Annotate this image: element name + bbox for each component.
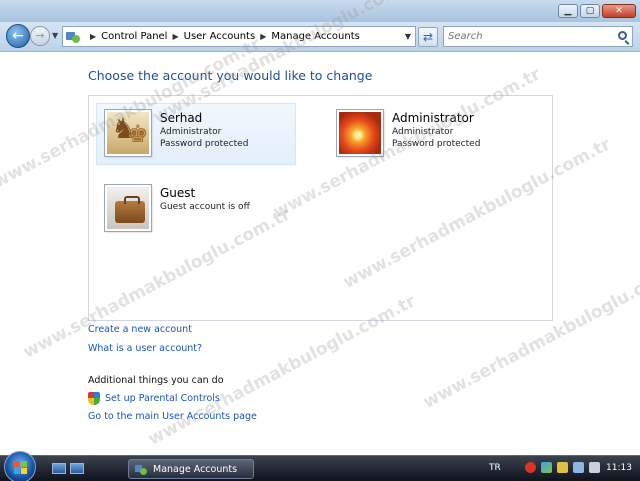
clock[interactable]: 11:13 <box>606 463 632 473</box>
switch-windows-icon[interactable] <box>70 463 84 474</box>
suitcase-picture <box>104 184 152 232</box>
forward-button[interactable]: → <box>30 26 50 46</box>
account-status: Password protected <box>392 139 481 149</box>
system-tray <box>525 462 600 473</box>
back-button[interactable]: ← <box>6 24 30 48</box>
account-tile-administrator[interactable]: Administrator Administrator Password pro… <box>329 104 529 164</box>
accounts-panel: Serhad Administrator Password protected … <box>88 95 553 321</box>
breadcrumb-manage-accounts[interactable]: Manage Accounts <box>271 31 360 42</box>
address-bar[interactable]: ▶ Control Panel ▶ User Accounts ▶ Manage… <box>62 26 416 47</box>
taskbar-button-manage-accounts[interactable]: Manage Accounts <box>128 459 254 479</box>
what-is-user-account-link[interactable]: What is a user account? <box>88 343 202 354</box>
page-title: Choose the account you would like to cha… <box>88 68 373 83</box>
show-desktop-icon[interactable] <box>52 463 66 474</box>
account-name: Administrator <box>392 111 474 125</box>
close-button[interactable]: ✕ <box>602 4 636 18</box>
search-input[interactable] <box>444 31 604 42</box>
control-panel-icon <box>135 463 147 475</box>
caption-buttons: ▁ ▢ ✕ <box>558 4 636 18</box>
shield-icon <box>88 392 100 405</box>
parental-controls-link[interactable]: Set up Parental Controls <box>105 393 220 404</box>
network-icon[interactable] <box>573 462 584 473</box>
control-panel-icon <box>66 30 82 44</box>
refresh-button[interactable]: ⇄ <box>418 27 438 47</box>
taskbar-button-label: Manage Accounts <box>153 463 238 475</box>
title-bar: ▁ ▢ ✕ <box>0 0 640 22</box>
orange-flower-picture <box>336 109 384 157</box>
chess-pieces-picture <box>104 109 152 157</box>
account-name: Guest <box>160 186 196 200</box>
windows-flag-icon[interactable] <box>541 462 552 473</box>
account-tile-serhad[interactable]: Serhad Administrator Password protected <box>96 103 296 165</box>
breadcrumb-user-accounts[interactable]: User Accounts <box>184 31 256 42</box>
additional-tasks-heading: Additional things you can do <box>88 375 224 386</box>
navigation-bar: ← → ▼ ▶ Control Panel ▶ User Accounts ▶ … <box>0 22 640 52</box>
volume-icon[interactable] <box>589 462 600 473</box>
account-status: Password protected <box>160 139 249 149</box>
breadcrumb-control-panel[interactable]: Control Panel <box>101 31 167 42</box>
main-content: Choose the account you would like to cha… <box>0 53 640 455</box>
update-icon[interactable] <box>557 462 568 473</box>
search-box[interactable] <box>443 26 633 47</box>
maximize-button[interactable]: ▢ <box>580 4 600 18</box>
security-alert-icon[interactable] <box>525 462 536 473</box>
chevron-right-icon[interactable]: ▶ <box>260 32 266 41</box>
create-new-account-link[interactable]: Create a new account <box>88 324 192 335</box>
chevron-right-icon[interactable]: ▶ <box>172 32 178 41</box>
account-type: Administrator <box>392 127 454 137</box>
account-status: Guest account is off <box>160 202 250 212</box>
start-button[interactable] <box>4 451 36 481</box>
main-user-accounts-link[interactable]: Go to the main User Accounts page <box>88 411 257 422</box>
manage-accounts-window: ▁ ▢ ✕ ← → ▼ ▶ Control Panel ▶ User Accou… <box>0 0 640 455</box>
taskbar: Manage Accounts TR 11:13 <box>0 451 640 481</box>
chevron-right-icon[interactable]: ▶ <box>90 32 96 41</box>
language-indicator[interactable]: TR <box>489 463 501 473</box>
account-tile-guest[interactable]: Guest Guest account is off <box>97 179 297 239</box>
address-dropdown-icon[interactable]: ▼ <box>405 32 411 41</box>
account-type: Administrator <box>160 127 222 137</box>
recent-pages-dropdown-icon[interactable]: ▼ <box>52 31 58 40</box>
minimize-button[interactable]: ▁ <box>558 4 578 18</box>
account-name: Serhad <box>160 111 203 125</box>
search-icon[interactable] <box>618 31 627 40</box>
